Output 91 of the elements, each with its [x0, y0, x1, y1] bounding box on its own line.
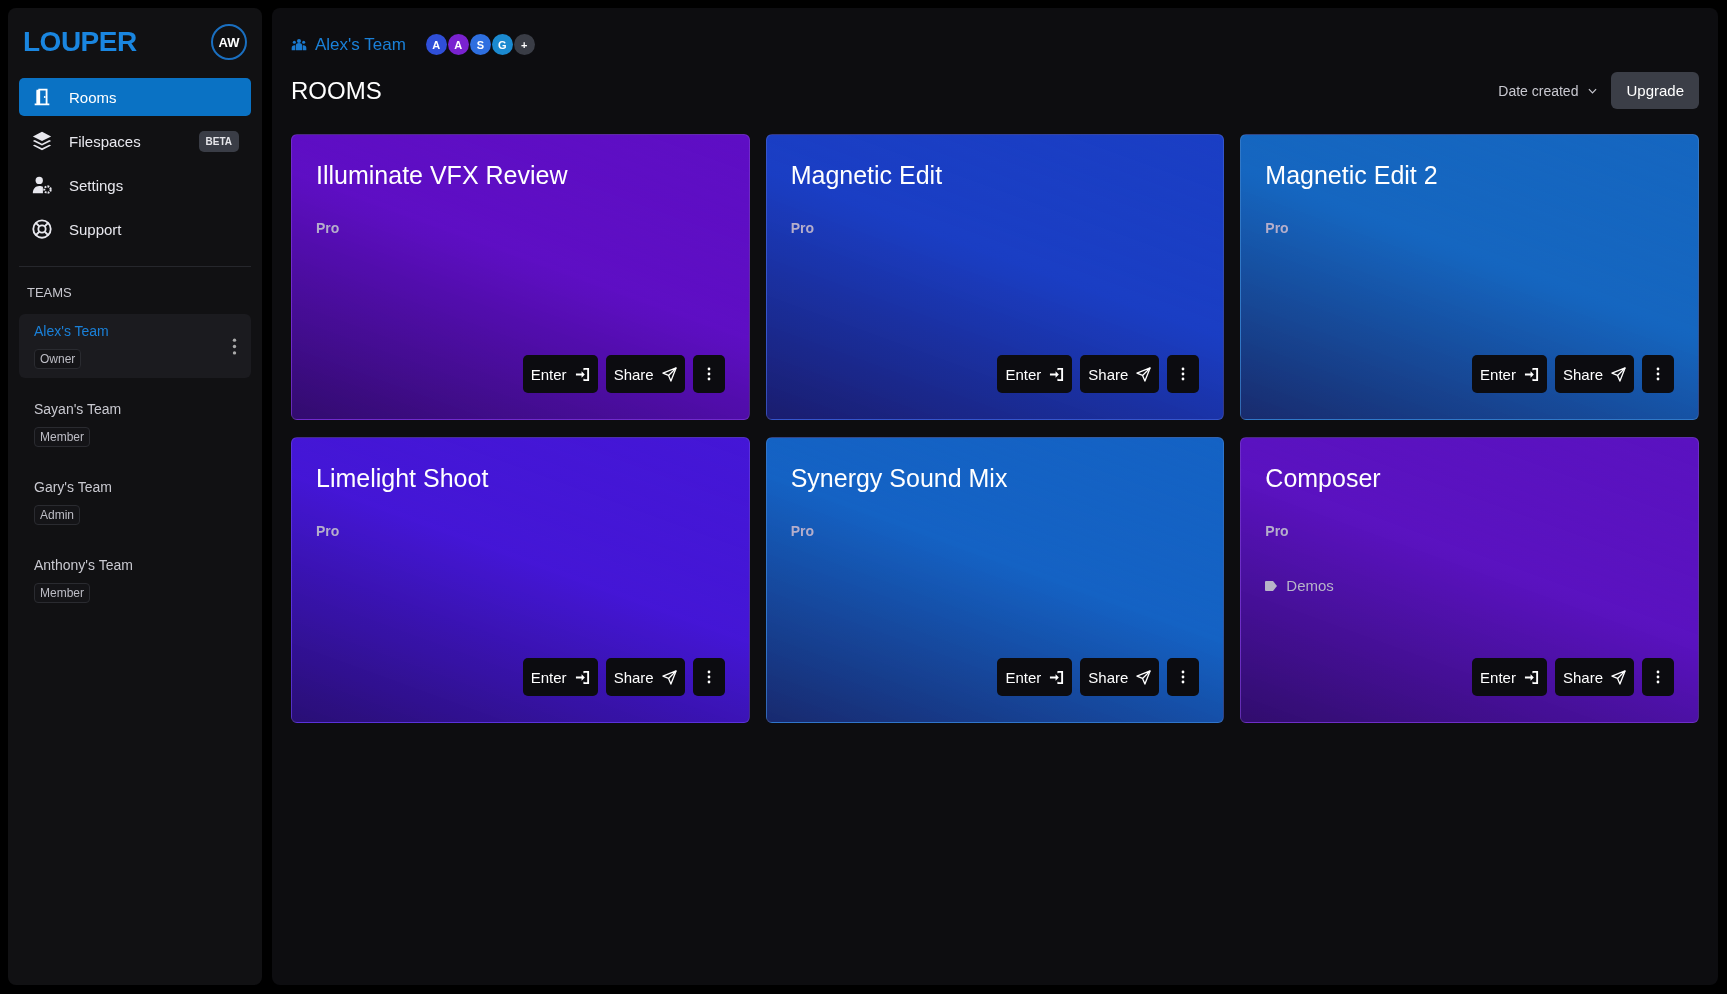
- chevron-down-icon: [1588, 87, 1598, 94]
- share-button[interactable]: Share: [1554, 658, 1634, 696]
- send-icon: [661, 669, 677, 685]
- team-name-link[interactable]: Alex's Team: [315, 34, 406, 55]
- plan-label: Pro: [790, 523, 815, 539]
- page-title: ROOMS: [291, 76, 382, 105]
- share-button[interactable]: Share: [605, 658, 685, 696]
- role-tag: Owner: [34, 349, 82, 369]
- enter-button[interactable]: Enter: [522, 355, 598, 393]
- room-name: Limelight Shoot: [316, 464, 490, 493]
- enter-icon: [1049, 669, 1065, 685]
- team-item[interactable]: Sayan's Team Member: [19, 392, 251, 456]
- room-name: Synergy Sound Mix: [790, 464, 1009, 493]
- plan-label: Pro: [1265, 220, 1290, 236]
- upgrade-button[interactable]: Upgrade: [1611, 72, 1699, 109]
- role-tag: Member: [34, 427, 90, 447]
- nav-item[interactable]: Support: [19, 210, 251, 248]
- share-button[interactable]: Share: [1080, 658, 1160, 696]
- more-button[interactable]: [1167, 355, 1200, 393]
- room-card[interactable]: Illuminate VFX Review Pro Enter Share: [291, 134, 750, 420]
- lifebuoy-icon: [31, 218, 53, 240]
- enter-icon: [1523, 366, 1539, 382]
- enter-button[interactable]: Enter: [1472, 355, 1547, 393]
- send-icon: [1611, 366, 1626, 382]
- plan-label: Pro: [316, 220, 341, 236]
- member-avatar[interactable]: A: [447, 34, 469, 55]
- user-avatar[interactable]: AW: [211, 24, 247, 60]
- add-member-button[interactable]: +: [513, 34, 535, 55]
- room-card[interactable]: Composer Pro Demos Enter Share: [1240, 437, 1699, 723]
- send-icon: [661, 366, 677, 382]
- more-icon: [1181, 367, 1186, 381]
- team-name: Anthony's Team: [34, 557, 133, 573]
- share-button[interactable]: Share: [1554, 355, 1634, 393]
- share-button[interactable]: Share: [605, 355, 685, 393]
- room-card[interactable]: Synergy Sound Mix Pro Enter Share: [765, 437, 1225, 723]
- enter-icon: [574, 366, 590, 382]
- more-icon: [1656, 367, 1660, 381]
- nav-item[interactable]: Rooms: [19, 78, 251, 116]
- team-item[interactable]: Alex's Team Owner: [19, 314, 251, 378]
- more-button[interactable]: [1642, 355, 1674, 393]
- sort-dropdown[interactable]: Date created: [1498, 82, 1598, 99]
- more-button[interactable]: [692, 658, 725, 696]
- enter-button[interactable]: Enter: [1472, 658, 1547, 696]
- enter-button[interactable]: Enter: [997, 658, 1073, 696]
- more-button[interactable]: [1167, 658, 1200, 696]
- enter-icon: [1049, 366, 1065, 382]
- team-name: Gary's Team: [34, 479, 112, 495]
- team-item[interactable]: Anthony's Team Member: [19, 548, 251, 612]
- room-name: Magnetic Edit: [790, 161, 944, 190]
- team-name: Sayan's Team: [34, 401, 122, 417]
- more-icon[interactable]: [232, 337, 237, 355]
- member-avatar[interactable]: G: [491, 34, 513, 55]
- more-button[interactable]: [692, 355, 725, 393]
- room-card[interactable]: Magnetic Edit Pro Enter Share: [765, 134, 1225, 420]
- tag-label: Demos: [1286, 577, 1334, 594]
- send-icon: [1136, 669, 1152, 685]
- role-tag: Admin: [34, 505, 80, 525]
- team-item[interactable]: Gary's Team Admin: [19, 470, 251, 534]
- send-icon: [1611, 669, 1626, 685]
- beta-badge: BETA: [198, 130, 239, 152]
- plan-label: Pro: [316, 523, 341, 539]
- enter-icon: [574, 669, 590, 685]
- team-icon: [291, 36, 307, 53]
- enter-button[interactable]: Enter: [522, 658, 598, 696]
- teams-heading: TEAMS: [26, 285, 73, 300]
- share-button[interactable]: Share: [1080, 355, 1160, 393]
- room-card[interactable]: Limelight Shoot Pro Enter Share: [291, 437, 750, 723]
- send-icon: [1136, 366, 1152, 382]
- nav-item[interactable]: Settings: [19, 166, 251, 204]
- more-icon: [1656, 670, 1660, 684]
- nav-item[interactable]: Filespaces BETA: [19, 122, 251, 160]
- member-avatar[interactable]: A: [425, 34, 447, 55]
- logo[interactable]: LOUPER: [23, 26, 137, 58]
- team-name: Alex's Team: [34, 323, 109, 339]
- room-name: Composer: [1265, 464, 1382, 493]
- user-gear-icon: [31, 174, 53, 196]
- layers-icon: [31, 130, 53, 152]
- enter-icon: [1523, 669, 1539, 685]
- plan-label: Pro: [1265, 523, 1290, 539]
- tag-icon: [1265, 580, 1278, 591]
- enter-button[interactable]: Enter: [997, 355, 1073, 393]
- plan-label: Pro: [790, 220, 815, 236]
- member-avatar[interactable]: S: [469, 34, 491, 55]
- room-name: Illuminate VFX Review: [316, 161, 569, 190]
- role-tag: Member: [34, 583, 90, 603]
- room-card[interactable]: Magnetic Edit 2 Pro Enter Share: [1240, 134, 1699, 420]
- more-button[interactable]: [1642, 658, 1674, 696]
- more-icon: [1181, 670, 1186, 684]
- room-name: Magnetic Edit 2: [1265, 161, 1439, 190]
- more-icon: [706, 670, 711, 684]
- more-icon: [706, 367, 711, 381]
